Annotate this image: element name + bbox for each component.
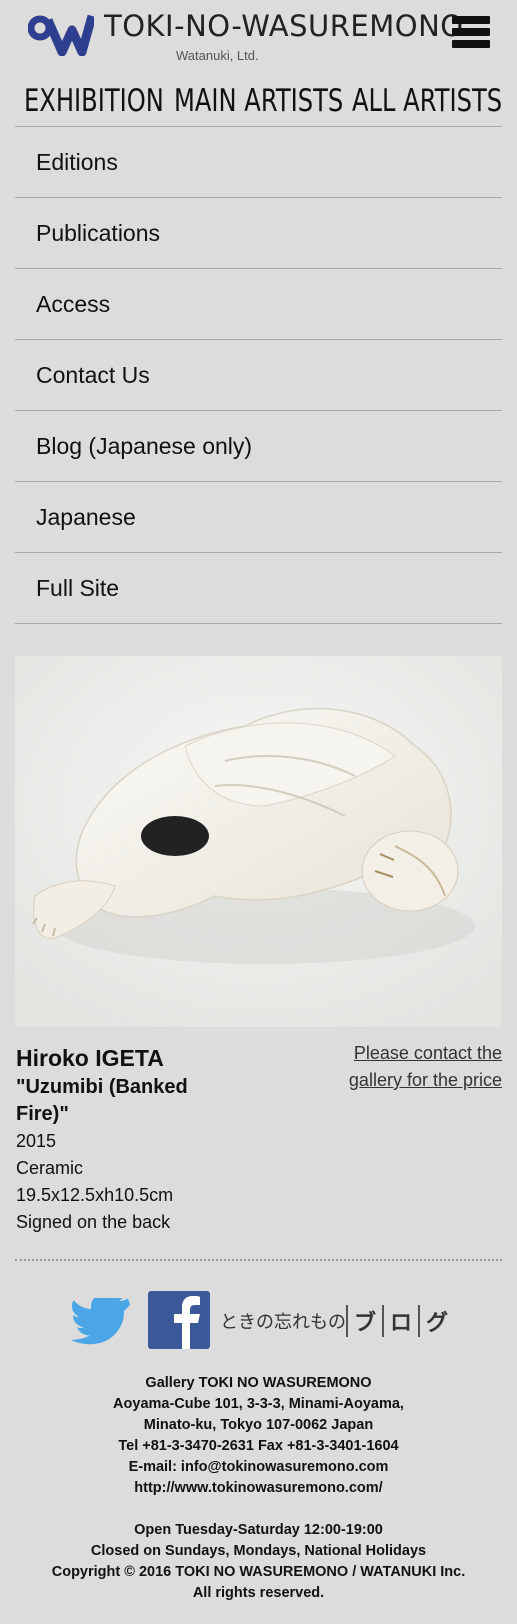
artwork-year: 2015	[16, 1131, 57, 1151]
footer-rights: All rights reserved.	[192, 1585, 325, 1601]
menu-item-blog[interactable]: Blog (Japanese only)	[15, 411, 502, 482]
blog-label: ときの忘れもの	[220, 1312, 346, 1333]
footer: Gallery TOKI NO WASUREMONO Aoyama-Cube 1…	[0, 1373, 517, 1604]
footer-website[interactable]: http://www.tokinowasuremono.com/	[0, 1478, 517, 1499]
divider	[15, 1259, 502, 1261]
footer-closed: Closed on Sundays, Mondays, National Hol…	[90, 1543, 427, 1559]
main-nav: EXHIBITION MAIN ARTISTS ALL ARTISTS	[16, 78, 502, 124]
menu-item-editions[interactable]: Editions	[15, 127, 502, 198]
menu-item-contact[interactable]: Contact Us	[15, 340, 502, 411]
w-logo-icon[interactable]	[28, 12, 94, 56]
footer-address-line: Aoyama-Cube 101, 3-3-3, Minami-Aoyama,	[113, 1396, 404, 1412]
artwork-image[interactable]	[15, 656, 502, 1027]
footer-hours: Open Tuesday-Saturday 12:00-19:00	[134, 1522, 383, 1538]
brand-title[interactable]: TOKI-NO-WASUREMONO	[104, 12, 464, 41]
hamburger-icon[interactable]	[452, 16, 490, 56]
social-links: ときの忘れもの ブ ロ グ	[0, 1290, 517, 1352]
nav-exhibition[interactable]: EXHIBITION	[24, 83, 164, 119]
blog-char: ロ	[382, 1305, 418, 1337]
artwork-medium: Ceramic	[16, 1158, 84, 1178]
blog-banner-link[interactable]: ときの忘れもの ブ ロ グ	[220, 1304, 454, 1338]
artwork-size: 19.5x12.5xh10.5cm	[16, 1185, 174, 1205]
artwork-note: Signed on the back	[16, 1212, 171, 1232]
footer-copyright: Copyright © 2016 TOKI NO WASUREMONO / WA…	[51, 1564, 466, 1580]
blog-char: グ	[418, 1305, 454, 1337]
brand-subtitle: Watanuki, Ltd.	[176, 48, 259, 63]
header: TOKI-NO-WASUREMONO Watanuki, Ltd.	[0, 0, 517, 80]
footer-address-line: Minato-ku, Tokyo 107-0062 Japan	[143, 1417, 374, 1433]
nav-main-artists[interactable]: MAIN ARTISTS	[174, 83, 343, 119]
artwork-title: "Uzumibi (Banked Fire)"	[16, 1076, 188, 1125]
footer-phone: Tel +81-3-3470-2631 Fax +81-3-3401-1604	[118, 1438, 399, 1454]
dropdown-menu: Editions Publications Access Contact Us …	[15, 126, 502, 624]
nav-all-artists[interactable]: ALL ARTISTS	[352, 83, 502, 119]
footer-gallery-name: Gallery TOKI NO WASUREMONO	[145, 1375, 372, 1391]
twitter-bird-icon[interactable]	[72, 1298, 130, 1346]
menu-item-full-site[interactable]: Full Site	[15, 553, 502, 624]
facebook-icon[interactable]	[148, 1291, 210, 1349]
menu-item-japanese[interactable]: Japanese	[15, 482, 502, 553]
footer-email[interactable]: E-mail: info@tokinowasuremono.com	[0, 1457, 517, 1478]
menu-item-access[interactable]: Access	[15, 269, 502, 340]
price-contact-link[interactable]: Please contact the gallery for the price	[332, 1040, 502, 1094]
artwork-info: Hiroko IGETA "Uzumibi (Banked Fire)" 201…	[16, 1043, 502, 1236]
menu-item-publications[interactable]: Publications	[15, 198, 502, 269]
blog-char: ブ	[346, 1305, 382, 1337]
